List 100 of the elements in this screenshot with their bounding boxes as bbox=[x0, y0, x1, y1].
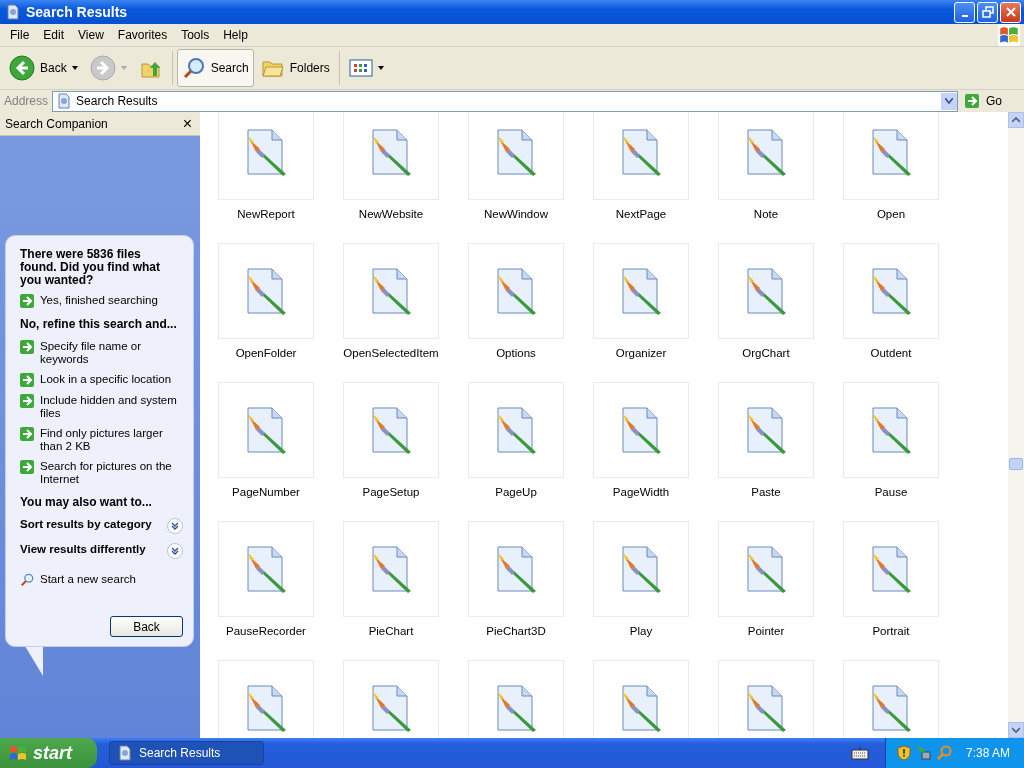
option-link[interactable]: Search for pictures on the Internet bbox=[20, 460, 183, 486]
section-heading: No, refine this search and... bbox=[20, 317, 178, 331]
file-name[interactable]: NewReport bbox=[237, 208, 295, 220]
file-name[interactable]: PauseRecorder bbox=[226, 625, 306, 637]
new-search-link[interactable]: Start a new search bbox=[20, 573, 183, 587]
thumbnail[interactable] bbox=[343, 112, 439, 200]
arrow-icon bbox=[20, 427, 34, 441]
document-icon bbox=[56, 93, 73, 109]
caret-icon bbox=[120, 66, 127, 70]
thumbnail[interactable] bbox=[218, 112, 314, 200]
file-name[interactable]: NewWindow bbox=[484, 208, 548, 220]
menu-item[interactable]: Help bbox=[216, 28, 255, 42]
option-link[interactable]: Specify file name or keywords bbox=[20, 340, 183, 366]
close-button[interactable]: × bbox=[182, 115, 192, 132]
file-name[interactable]: PageUp bbox=[495, 486, 537, 498]
expander-link[interactable]: Sort results by category bbox=[20, 518, 183, 534]
menu-item[interactable]: Favorites bbox=[110, 28, 175, 42]
thumbnail[interactable] bbox=[718, 112, 814, 200]
menu-item[interactable]: View bbox=[71, 28, 111, 42]
file-name[interactable]: Paste bbox=[751, 486, 781, 498]
folders-button[interactable]: Folders bbox=[255, 49, 335, 87]
file-name[interactable]: PieChart bbox=[368, 625, 414, 637]
search-button[interactable]: Search bbox=[176, 49, 254, 87]
thumbnail[interactable] bbox=[218, 243, 314, 339]
file-name[interactable]: Pause bbox=[874, 486, 908, 498]
thumbnail[interactable] bbox=[218, 382, 314, 478]
file-name[interactable]: OpenSelectedItem bbox=[343, 347, 439, 359]
back-button[interactable]: Back bbox=[110, 616, 183, 637]
menu-item[interactable]: File bbox=[3, 28, 37, 42]
close-button[interactable] bbox=[1000, 1, 1021, 23]
option-link[interactable]: Look in a specific location bbox=[20, 373, 183, 387]
thumbnail[interactable] bbox=[843, 112, 939, 200]
thumbnail[interactable] bbox=[343, 521, 439, 617]
thumbnail[interactable] bbox=[843, 382, 939, 478]
taskbar-button[interactable]: Search Results bbox=[109, 741, 264, 765]
address-label: Address bbox=[4, 94, 49, 108]
thumbnail[interactable] bbox=[468, 112, 564, 200]
option-link[interactable]: Yes, finished searching bbox=[20, 294, 183, 308]
go-button[interactable]: Go bbox=[962, 93, 1024, 109]
thumbnail[interactable] bbox=[468, 382, 564, 478]
file-name[interactable]: Organizer bbox=[615, 347, 667, 359]
arrow-icon bbox=[20, 340, 34, 354]
minimize-button[interactable] bbox=[954, 1, 975, 23]
option-link[interactable]: Find only pictures larger than 2 KB bbox=[20, 427, 183, 453]
file-name[interactable]: Pointer bbox=[747, 625, 785, 637]
question-text: There were 5836 files found. Did you find what you wanted? bbox=[20, 248, 161, 287]
thumbnail[interactable] bbox=[843, 521, 939, 617]
windows-flag-icon bbox=[8, 743, 28, 763]
keyboard-icon[interactable] bbox=[850, 746, 869, 760]
document-icon bbox=[117, 745, 133, 761]
file-name[interactable]: Note bbox=[753, 208, 779, 220]
thumbnail[interactable] bbox=[593, 112, 689, 200]
thumbnail[interactable] bbox=[468, 521, 564, 617]
file-name[interactable]: NextPage bbox=[615, 208, 667, 220]
file-name[interactable]: PageNumber bbox=[232, 486, 300, 498]
document-icon bbox=[5, 4, 21, 20]
arrow-icon bbox=[20, 460, 34, 474]
section-heading: You may also want to... bbox=[20, 495, 153, 509]
maximize-button[interactable] bbox=[977, 1, 998, 23]
views-icon bbox=[348, 56, 373, 80]
file-name[interactable]: PageWidth bbox=[612, 486, 670, 498]
window-title: Search Results bbox=[26, 4, 129, 20]
scrollbar-thumb[interactable] bbox=[1009, 458, 1023, 470]
magnifier-icon[interactable] bbox=[935, 745, 952, 761]
thumbnail[interactable] bbox=[593, 243, 689, 339]
file-name[interactable]: Portrait bbox=[872, 625, 910, 637]
thumbnail[interactable] bbox=[343, 382, 439, 478]
menu-item[interactable]: Tools bbox=[174, 28, 217, 42]
close-icon bbox=[1004, 6, 1017, 18]
back-button[interactable]: Back bbox=[4, 49, 83, 87]
file-name[interactable]: OpenFolder bbox=[235, 347, 297, 359]
thumbnail[interactable] bbox=[718, 382, 814, 478]
menu-item[interactable]: Edit bbox=[36, 28, 72, 42]
thumbnail[interactable] bbox=[718, 243, 814, 339]
thumbnail[interactable] bbox=[468, 243, 564, 339]
scrollbar[interactable] bbox=[1008, 112, 1024, 738]
thumbnail[interactable] bbox=[843, 243, 939, 339]
magnifier-icon bbox=[181, 56, 206, 80]
file-name[interactable]: OrgChart bbox=[742, 347, 790, 359]
network-icon[interactable] bbox=[915, 745, 932, 761]
thumbnail[interactable] bbox=[343, 243, 439, 339]
caret-icon bbox=[377, 66, 384, 70]
thumbnail[interactable] bbox=[593, 382, 689, 478]
arrow-icon bbox=[20, 394, 34, 408]
restore-icon bbox=[981, 6, 994, 18]
thumbnail[interactable] bbox=[718, 521, 814, 617]
arrow-icon bbox=[20, 294, 34, 308]
expander-link[interactable]: View results differently bbox=[20, 543, 183, 559]
shield-icon[interactable] bbox=[895, 745, 912, 761]
file-name[interactable]: Options bbox=[496, 347, 536, 359]
file-name[interactable]: Outdent bbox=[870, 347, 912, 359]
file-name[interactable]: PageSetup bbox=[362, 486, 420, 498]
file-name[interactable]: Open bbox=[876, 208, 906, 220]
address-field[interactable]: Search Results bbox=[52, 90, 958, 112]
file-name[interactable]: Play bbox=[629, 625, 653, 637]
file-name[interactable]: PieChart3D bbox=[486, 625, 546, 637]
thumbnail[interactable] bbox=[218, 521, 314, 617]
thumbnail[interactable] bbox=[593, 521, 689, 617]
option-link[interactable]: Include hidden and system files bbox=[20, 394, 183, 420]
file-name[interactable]: NewWebsite bbox=[358, 208, 424, 220]
